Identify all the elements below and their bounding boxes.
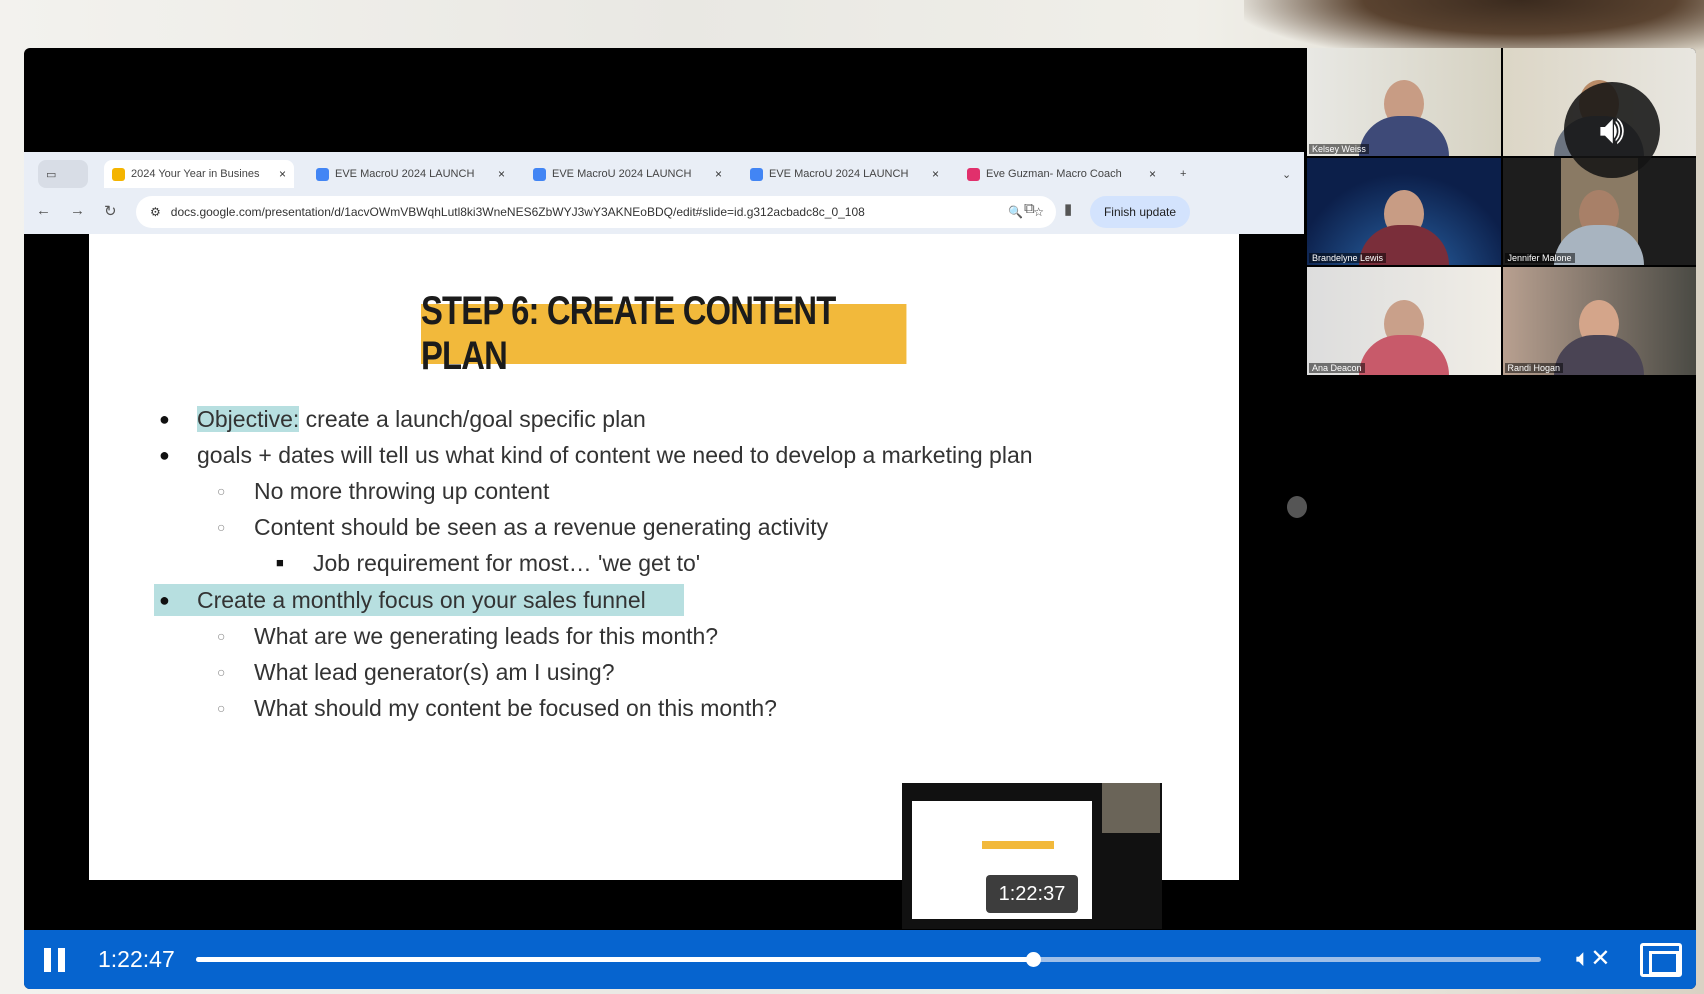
side-panel-icon[interactable]: ▮ — [1064, 200, 1072, 218]
bullet-text: No more throwing up content — [254, 478, 550, 504]
forward-icon[interactable]: → — [70, 202, 85, 219]
address-bar[interactable]: ⚙ docs.google.com/presentation/d/1acvOWmV… — [136, 196, 1056, 228]
pause-icon — [58, 948, 65, 972]
participant-tile: Ana Deacon — [1307, 267, 1501, 375]
instagram-icon — [967, 167, 980, 181]
sub-bullet-icon: ○ — [217, 700, 226, 716]
participant-name: Randi Hogan — [1504, 362, 1564, 373]
chevron-down-icon: ⌄ — [1282, 168, 1292, 181]
square-bullet-icon: ■ — [276, 555, 284, 570]
preview-participants — [1102, 783, 1160, 833]
close-icon[interactable]: × — [1149, 167, 1156, 181]
bullet-text: What should my content be focused on thi… — [254, 695, 777, 721]
preview-title — [982, 841, 1054, 849]
docs-icon — [316, 167, 329, 181]
browser-chrome: ▭ 2024 Your Year in Busines × EVE MacroU … — [24, 152, 1304, 234]
zoom-icon[interactable]: 🔍 — [1008, 205, 1023, 219]
tab-3[interactable]: EVE MacroU 2024 LAUNCH × — [525, 160, 730, 188]
participant-tile: Brandelyne Lewis — [1307, 157, 1501, 266]
close-icon[interactable]: × — [498, 167, 505, 181]
participant-body — [1358, 334, 1449, 375]
bullet-text: Job requirement for most… 'we get to' — [313, 550, 701, 576]
new-tab-button[interactable]: + — [1172, 160, 1194, 188]
bullet-text: Content should be seen as a revenue gene… — [254, 514, 829, 540]
participant-name: Jennifer Malone — [1504, 253, 1575, 264]
participant-name: Kelsey Weiss — [1309, 143, 1369, 154]
highlighted-text: Objective: — [197, 406, 300, 432]
slide-title: STEP 6: CREATE CONTENT PLAN — [421, 289, 907, 378]
docs-icon — [750, 167, 763, 181]
bullet-icon: ● — [159, 590, 170, 610]
finish-update-button[interactable]: Finish update — [1090, 196, 1190, 228]
bullet-icon: ● — [159, 445, 170, 465]
cursor-indicator — [1287, 496, 1307, 518]
pause-button[interactable] — [44, 948, 66, 972]
tab-label: EVE MacroU 2024 LAUNCH — [769, 168, 909, 180]
tab-groups-button[interactable]: ▭ — [38, 160, 88, 188]
tab-label: EVE MacroU 2024 LAUNCH — [335, 168, 475, 180]
progress-slider[interactable] — [196, 952, 1541, 967]
back-icon[interactable]: ← — [36, 202, 51, 219]
plus-icon: + — [1180, 168, 1187, 180]
muted-volume-icon[interactable]: 🔈︎✕ — [1576, 944, 1611, 973]
participant-body — [1554, 334, 1645, 375]
sub-bullet-icon: ○ — [217, 628, 226, 644]
tab-5[interactable]: Eve Guzman- Macro Coach × — [959, 160, 1164, 188]
pause-icon — [44, 948, 51, 972]
bullet-icon: ● — [159, 409, 170, 429]
close-icon[interactable]: × — [715, 167, 722, 181]
slides-icon — [112, 167, 125, 181]
progress-handle[interactable] — [1025, 952, 1041, 967]
preview-timestamp: 1:22:37 — [986, 875, 1078, 913]
close-icon[interactable]: × — [932, 167, 939, 181]
bullet-text: What lead generator(s) am I using? — [254, 659, 615, 685]
tab-search-button[interactable]: ⌄ — [1274, 160, 1299, 188]
fullscreen-button[interactable] — [1640, 943, 1682, 977]
site-settings-icon[interactable]: ⚙ — [150, 205, 161, 219]
participant-tile: Kelsey Weiss — [1307, 48, 1501, 156]
bullet-objective: Objective: create a launch/goal specific… — [197, 404, 646, 434]
close-icon[interactable]: × — [279, 167, 286, 181]
unmute-speaker-button[interactable]: 🔊︎ — [1564, 82, 1660, 178]
tab-label: 2024 Your Year in Busines — [131, 168, 260, 180]
seek-preview-thumbnail: 1:22:37 — [902, 783, 1162, 929]
tab-label: EVE MacroU 2024 LAUNCH — [552, 168, 692, 180]
participant-tile: Randi Hogan — [1502, 267, 1696, 375]
sub-bullet-icon: ○ — [217, 519, 226, 535]
bullet-text: What are we generating leads for this mo… — [254, 623, 719, 649]
speaker-icon: 🔊︎ — [1599, 107, 1625, 152]
tab-4[interactable]: EVE MacroU 2024 LAUNCH × — [742, 160, 947, 188]
current-time: 1:22:47 — [98, 946, 175, 972]
participant-name: Ana Deacon — [1309, 362, 1365, 373]
docs-icon — [533, 167, 546, 181]
bullet-text: Create a monthly focus on your sales fun… — [197, 587, 646, 613]
bullet-text: create a launch/goal specific plan — [299, 406, 646, 432]
tab-label: Eve Guzman- Macro Coach — [986, 168, 1122, 180]
reload-icon[interactable]: ↻ — [104, 202, 117, 220]
finish-update-label: Finish update — [1103, 205, 1177, 219]
extensions-icon[interactable]: ⧉ — [1024, 200, 1035, 217]
participant-body — [1358, 115, 1449, 156]
sub-bullet-icon: ○ — [217, 664, 226, 680]
player-controls: 1:22:47 🔈︎✕ — [24, 930, 1696, 989]
progress-fill — [196, 957, 1033, 962]
video-player[interactable]: ▭ 2024 Your Year in Busines × EVE MacroU … — [24, 48, 1696, 989]
tab-2[interactable]: EVE MacroU 2024 LAUNCH × — [308, 160, 513, 188]
url-text: docs.google.com/presentation/d/1acvOWmVB… — [170, 205, 865, 219]
bullet-text: goals + dates will tell us what kind of … — [197, 442, 1033, 468]
participant-name: Brandelyne Lewis — [1309, 253, 1387, 264]
sub-bullet-icon: ○ — [217, 483, 226, 499]
tab-1[interactable]: 2024 Your Year in Busines × — [104, 160, 294, 188]
